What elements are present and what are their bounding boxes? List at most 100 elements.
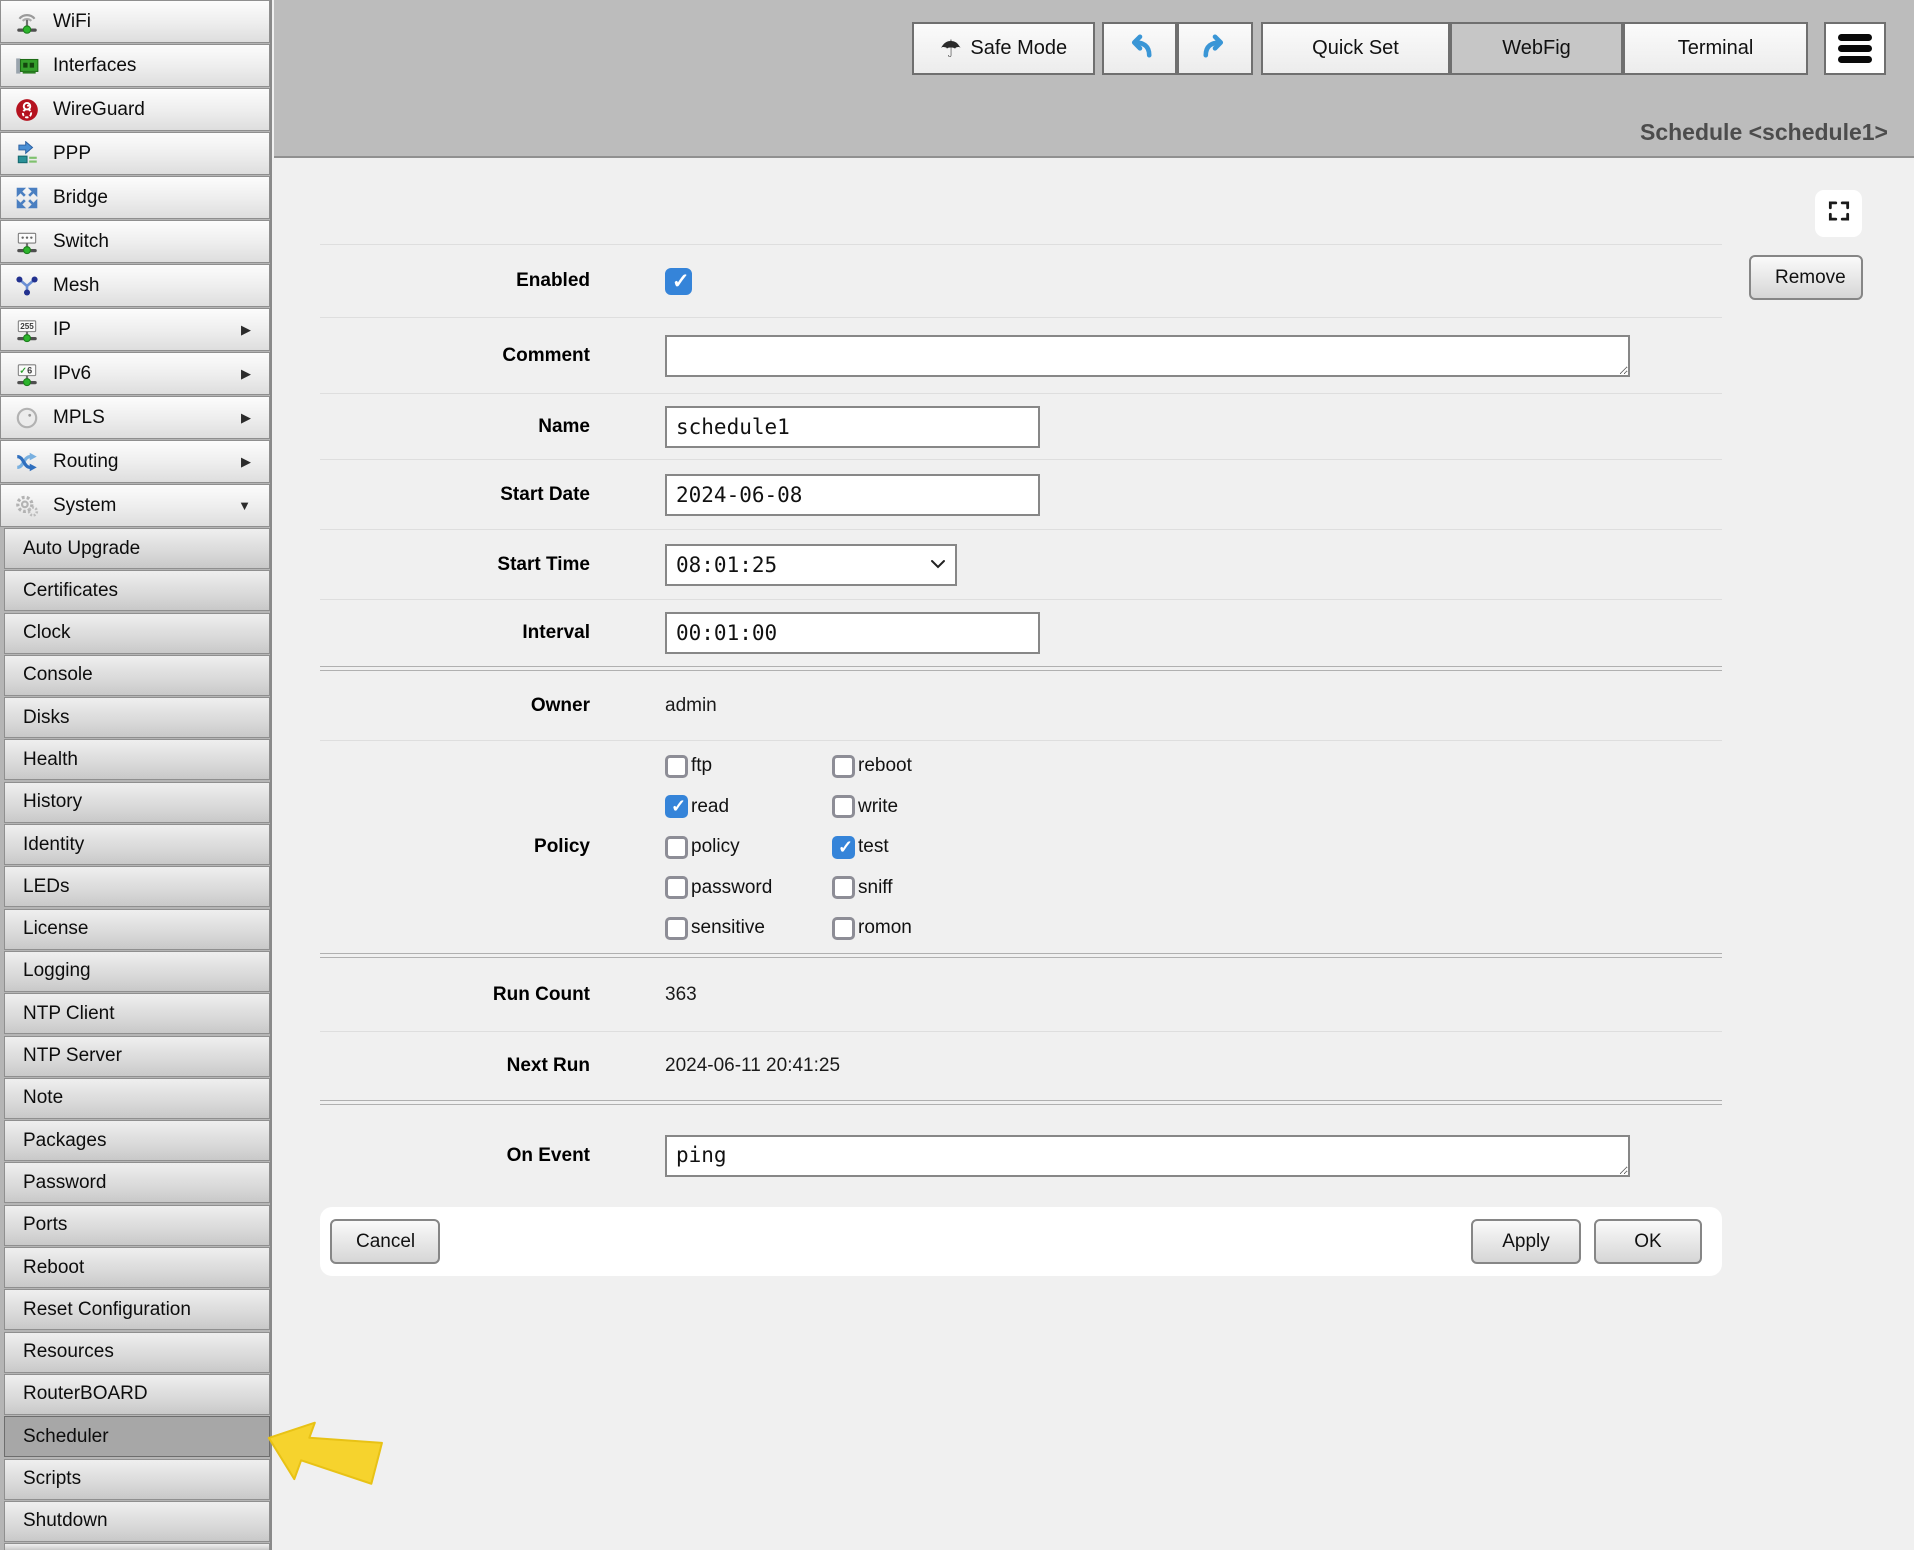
sidebar-subitem[interactable]: Disks xyxy=(4,697,270,738)
policy-option[interactable]: read xyxy=(665,795,832,818)
next-run-label: Next Run xyxy=(320,1055,665,1077)
sidebar-item-ipv6[interactable]: ✓ 6 IPv6 ▶ xyxy=(0,352,270,395)
enabled-checkbox[interactable] xyxy=(665,268,692,295)
tab-terminal[interactable]: Terminal xyxy=(1623,22,1808,75)
sidebar-item-ppp[interactable]: PPP xyxy=(0,132,270,175)
policy-option[interactable]: policy xyxy=(665,836,832,859)
start-time-select[interactable]: 08:01:25 xyxy=(665,544,957,586)
sidebar-item-bridge[interactable]: Bridge xyxy=(0,176,270,219)
interval-input[interactable] xyxy=(665,612,1040,654)
svg-text:255: 255 xyxy=(20,322,34,331)
run-count-label: Run Count xyxy=(320,984,665,1006)
sidebar-item-wireguard[interactable]: WireGuard xyxy=(0,88,270,131)
switch-icon xyxy=(13,228,41,256)
cancel-button[interactable]: Cancel xyxy=(330,1219,440,1264)
sidebar-subitem[interactable]: Logging xyxy=(4,951,270,992)
redo-button[interactable] xyxy=(1177,22,1253,75)
comment-row: Comment xyxy=(320,318,1722,394)
sidebar-subitem[interactable]: Shutdown xyxy=(4,1501,270,1542)
start-time-label: Start Time xyxy=(320,554,665,576)
form-spacer-row xyxy=(320,158,1722,245)
sidebar-subitem[interactable]: NTP Client xyxy=(4,993,270,1034)
sidebar-subitem[interactable]: Console xyxy=(4,655,270,696)
sidebar-item-routing[interactable]: Routing ▶ xyxy=(0,440,270,483)
sidebar-item-label: Routing xyxy=(53,451,241,473)
policy-option[interactable]: password xyxy=(665,876,832,899)
sidebar-subitem[interactable]: Note xyxy=(4,1078,270,1119)
redo-icon xyxy=(1200,31,1230,67)
sidebar-item-label: PPP xyxy=(53,143,251,165)
policy-option[interactable]: ftp xyxy=(665,755,832,778)
sidebar-subitem[interactable]: Reset Configuration xyxy=(4,1289,270,1330)
sidebar-subitem[interactable]: License xyxy=(4,909,270,950)
interval-label: Interval xyxy=(320,622,665,644)
safe-mode-button[interactable]: ☂ Safe Mode xyxy=(912,22,1095,75)
sidebar-item-interfaces[interactable]: Interfaces xyxy=(0,44,270,87)
start-time-row: Start Time 08:01:25 xyxy=(320,530,1722,600)
policy-option[interactable]: romon xyxy=(832,917,912,940)
policy-option[interactable]: reboot xyxy=(832,755,912,778)
sidebar-subitem[interactable]: Identity xyxy=(4,824,270,865)
remove-button[interactable]: Remove xyxy=(1749,255,1863,300)
apply-button[interactable]: Apply xyxy=(1471,1219,1581,1264)
policy-checkbox[interactable] xyxy=(832,795,855,818)
fullscreen-button[interactable] xyxy=(1815,190,1862,237)
policy-option[interactable]: write xyxy=(832,795,912,818)
policy-checkbox[interactable] xyxy=(665,836,688,859)
sidebar-subitem-label: Packages xyxy=(23,1130,106,1152)
policy-checkbox[interactable] xyxy=(832,836,855,859)
policy-checkbox[interactable] xyxy=(665,755,688,778)
on-event-label: On Event xyxy=(320,1145,665,1167)
on-event-input[interactable]: ping xyxy=(665,1135,1630,1177)
menu-button[interactable] xyxy=(1824,22,1886,75)
policy-option[interactable]: sniff xyxy=(832,876,912,899)
tab-quick-set[interactable]: Quick Set xyxy=(1261,22,1450,75)
policy-checkbox[interactable] xyxy=(665,917,688,940)
sidebar-subitem-label: Reboot xyxy=(23,1257,84,1279)
sidebar-subitem[interactable]: Clock xyxy=(4,613,270,654)
sidebar-subitem[interactable]: RouterBOARD xyxy=(4,1374,270,1415)
sidebar-subitem[interactable]: Certificates xyxy=(4,570,270,611)
policy-checkbox[interactable] xyxy=(665,795,688,818)
sidebar-item-wifi[interactable]: WiFi xyxy=(0,0,270,43)
sidebar-subitem[interactable]: Scripts xyxy=(4,1459,270,1500)
policy-option[interactable]: test xyxy=(832,836,912,859)
ipv6-icon: ✓ 6 xyxy=(13,360,41,388)
policy-checkbox[interactable] xyxy=(832,755,855,778)
sidebar-item-mpls[interactable]: MPLS ▶ xyxy=(0,396,270,439)
name-input[interactable] xyxy=(665,406,1040,448)
sidebar-subitem[interactable]: Packages xyxy=(4,1120,270,1161)
policy-checkbox[interactable] xyxy=(665,876,688,899)
interval-row: Interval xyxy=(320,600,1722,666)
sidebar-subitem[interactable]: LEDs xyxy=(4,866,270,907)
policy-checkbox[interactable] xyxy=(832,876,855,899)
comment-input[interactable] xyxy=(665,335,1630,377)
sidebar-subitem[interactable]: Reboot xyxy=(4,1247,270,1288)
sidebar-subitem[interactable]: History xyxy=(4,782,270,823)
sidebar-subitem[interactable]: Password xyxy=(4,1162,270,1203)
wifi-icon xyxy=(13,8,41,36)
policy-checkbox[interactable] xyxy=(832,917,855,940)
tab-webfig[interactable]: WebFig xyxy=(1450,22,1623,75)
sidebar-subitem[interactable]: Ports xyxy=(4,1205,270,1246)
name-row: Name xyxy=(320,394,1722,460)
start-date-input[interactable] xyxy=(665,474,1040,516)
routing-icon xyxy=(13,448,41,476)
svg-text:✓: ✓ xyxy=(19,365,27,375)
ok-button[interactable]: OK xyxy=(1594,1219,1702,1264)
sidebar-subitem[interactable]: Resources xyxy=(4,1332,270,1373)
schedule-form: Enabled Comment Name Start Date Start Ti… xyxy=(320,158,1722,1276)
sidebar-subitem[interactable]: Scheduler xyxy=(4,1416,270,1457)
sidebar-item-switch[interactable]: Switch xyxy=(0,220,270,263)
sidebar-subitem[interactable]: NTP Server xyxy=(4,1036,270,1077)
undo-button[interactable] xyxy=(1102,22,1177,75)
policy-option[interactable]: sensitive xyxy=(665,917,832,940)
ip-icon: 255 xyxy=(13,316,41,344)
sidebar-item-system[interactable]: System ▼ xyxy=(0,484,270,527)
sidebar-subitem[interactable]: Auto Upgrade xyxy=(4,528,270,569)
sidebar-item-mesh[interactable]: Mesh xyxy=(0,264,270,307)
sidebar-subitem-label: Scheduler xyxy=(23,1426,109,1448)
policy-option-label: reboot xyxy=(858,755,912,777)
sidebar-item-ip[interactable]: 255 IP ▶ xyxy=(0,308,270,351)
sidebar-subitem[interactable]: Health xyxy=(4,739,270,780)
